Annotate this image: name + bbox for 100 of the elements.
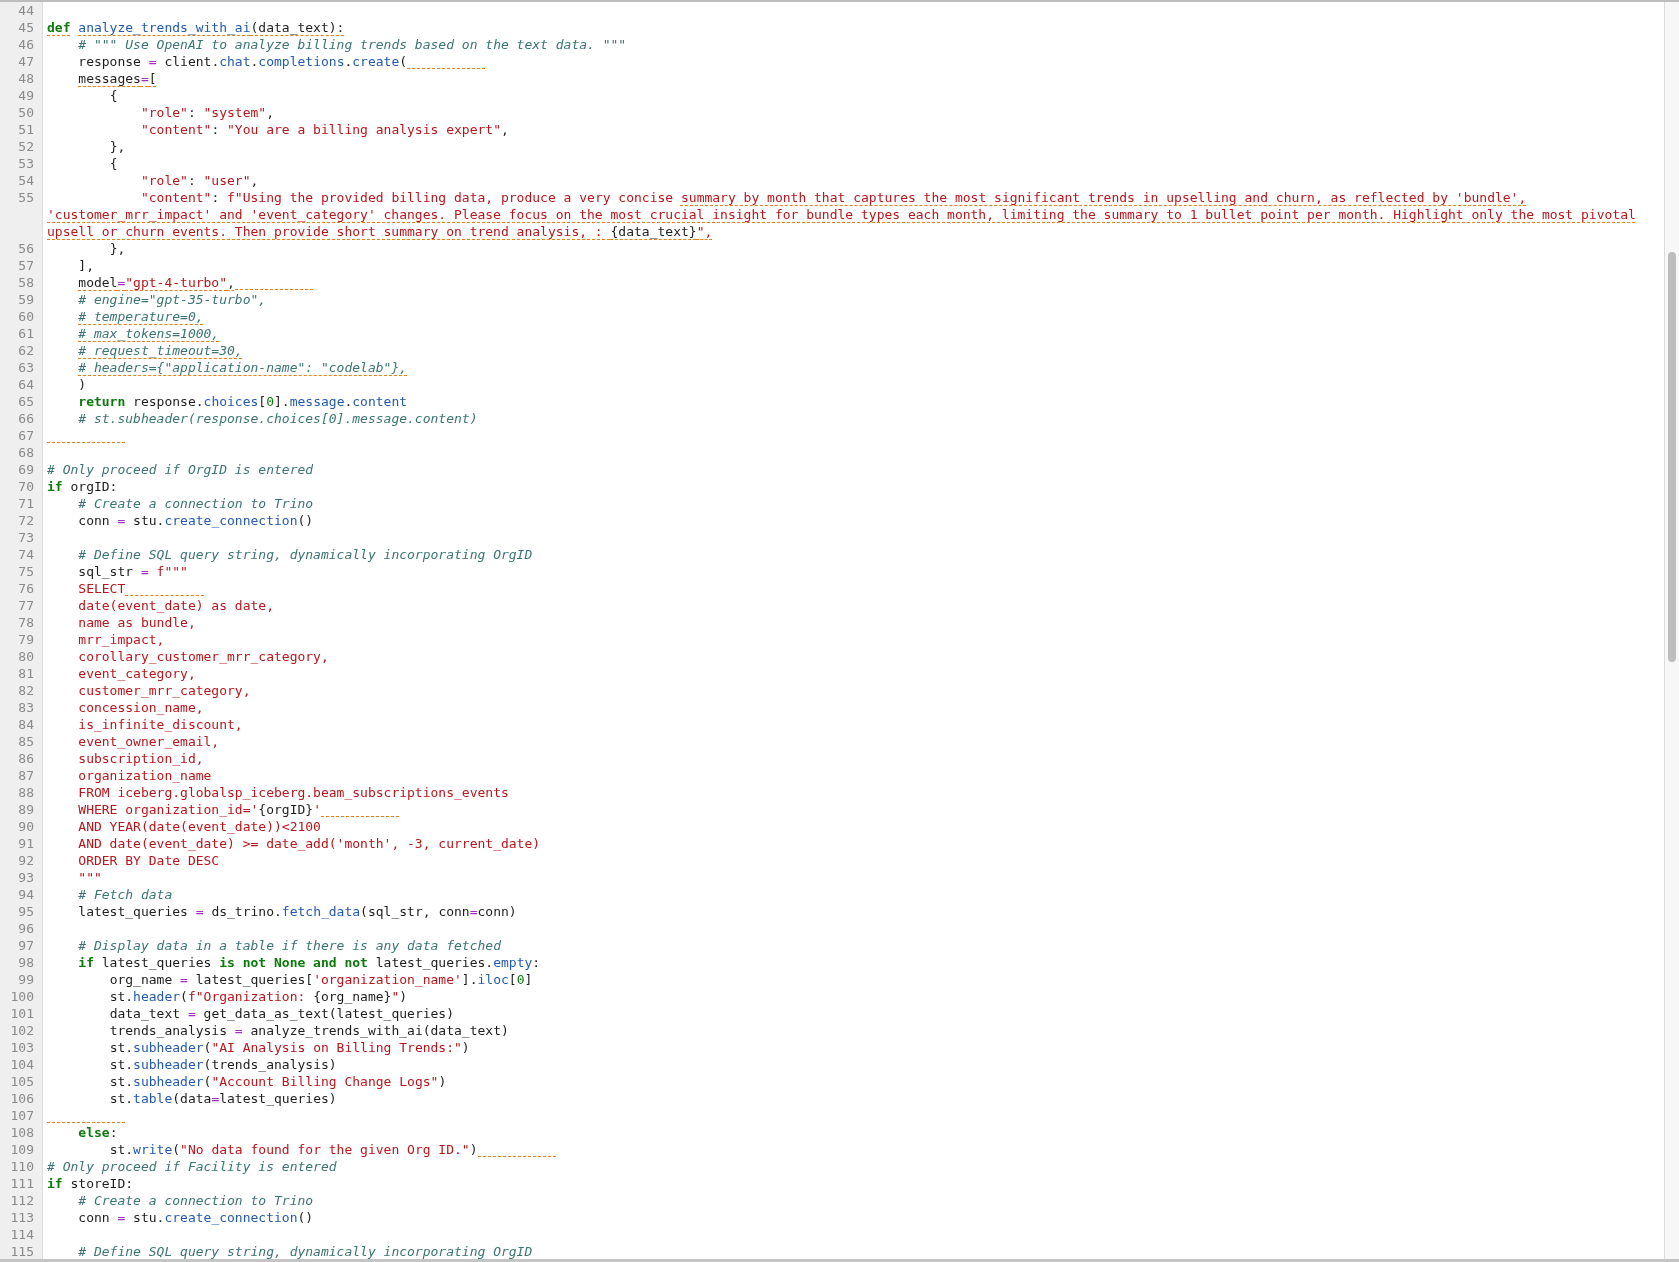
code-line: sql_str = f""": [77, 563, 188, 580]
code-line: WHERE organization_id='{orgID}': [77, 801, 321, 818]
line-number: 112: [10, 1192, 34, 1209]
line-number: 84: [18, 716, 34, 733]
line-number: 68: [18, 444, 34, 461]
code-line: organization_name: [77, 767, 212, 784]
line-number: 49: [18, 87, 34, 104]
scrollbar-track[interactable]: [1664, 2, 1679, 1259]
code-line: is_infinite_discount,: [77, 716, 243, 733]
line-number: 48: [18, 70, 34, 87]
code-line: # """ Use OpenAI to analyze billing trends based on the text data. """: [77, 36, 627, 53]
line-number: 107: [10, 1107, 34, 1124]
code-line: if orgID:: [47, 478, 118, 495]
code-line: ): [77, 376, 87, 393]
line-number: 111: [10, 1175, 34, 1192]
line-number: 85: [18, 733, 34, 750]
code-line: else:: [77, 1124, 118, 1141]
code-line: # Create a connection to Trino: [77, 495, 314, 512]
code-line: trends_analysis = analyze_trends_with_ai(data_text): [108, 1022, 509, 1039]
line-number: 82: [18, 682, 34, 699]
code-line: def analyze_trends_with_ai(data_text):: [47, 19, 345, 36]
code-line: subscription_id,: [77, 750, 204, 767]
line-number: 61: [18, 325, 34, 342]
line-number: 58: [18, 274, 34, 291]
code-line: ORDER BY Date DESC: [77, 852, 220, 869]
line-number: 109: [10, 1141, 34, 1158]
line-number: 62: [18, 342, 34, 359]
line-number: 63: [18, 359, 34, 376]
code-line: # engine="gpt-35-turbo",: [77, 291, 267, 308]
code-line: st.subheader("AI Analysis on Billing Trends:"): [108, 1039, 470, 1056]
code-line: messages=[: [77, 70, 157, 87]
line-number: 70: [18, 478, 34, 495]
code-line: data_text = get_data_as_text(latest_queries): [108, 1005, 454, 1022]
line-number: 59: [18, 291, 34, 308]
code-line: latest_queries = ds_trino.fetch_data(sql_str, conn=conn): [77, 903, 517, 920]
code-line: return response.choices[0].message.content: [77, 393, 408, 410]
line-number: 46: [18, 36, 34, 53]
code-line: corollary_customer_mrr_category,: [77, 648, 329, 665]
line-number: 96: [18, 920, 34, 937]
code-line: # Display data in a table if there is any data fetched: [77, 937, 501, 954]
code-line: },: [108, 138, 126, 155]
line-number: 87: [18, 767, 34, 784]
line-number: 76: [18, 580, 34, 597]
line-number: 50: [18, 104, 34, 121]
line-number: 67: [18, 427, 34, 444]
line-number: 97: [18, 937, 34, 954]
code-line: st.write("No data found for the given Org ID."): [108, 1141, 478, 1158]
code-line: "content": "You are a billing analysis expert",: [139, 121, 509, 138]
line-number: 47: [18, 53, 34, 70]
line-number: 55: [18, 189, 34, 206]
code-line: # Fetch data: [77, 886, 173, 903]
line-number: 88: [18, 784, 34, 801]
line-number: 65: [18, 393, 34, 410]
code-line: date(event_date) as date,: [77, 597, 274, 614]
scrollbar-thumb[interactable]: [1668, 252, 1676, 662]
code-line: # Define SQL query string, dynamically incorporating OrgID: [77, 546, 533, 563]
line-number: 101: [10, 1005, 34, 1022]
line-number: 60: [18, 308, 34, 325]
code-line: AND YEAR(date(event_date))<2100: [77, 818, 321, 835]
line-number: 114: [10, 1226, 34, 1243]
code-line: conn = stu.create_connection(): [77, 1209, 314, 1226]
line-number: 81: [18, 665, 34, 682]
code-line: SELECT: [77, 580, 126, 597]
code-line: # Create a connection to Trino: [77, 1192, 314, 1209]
line-number: 102: [10, 1022, 34, 1039]
code-line: st.table(data=latest_queries): [108, 1090, 337, 1107]
line-number: 45: [18, 19, 34, 36]
line-number: 57: [18, 257, 34, 274]
line-number: 113: [10, 1209, 34, 1226]
line-number: 80: [18, 648, 34, 665]
line-number: 64: [18, 376, 34, 393]
code-line: mrr_impact,: [77, 631, 165, 648]
code-line: # Define SQL query string, dynamically incorporating OrgID: [77, 1243, 533, 1259]
code-line: concession_name,: [77, 699, 204, 716]
line-number: 77: [18, 597, 34, 614]
line-number: 94: [18, 886, 34, 903]
code-line: name as bundle,: [77, 614, 196, 631]
line-number: 83: [18, 699, 34, 716]
code-line: # headers={"application-name": "codelab"},: [77, 359, 408, 376]
line-number: 92: [18, 852, 34, 869]
code-line: st.subheader(trends_analysis): [108, 1056, 337, 1073]
code-line: # Only proceed if OrgID is entered: [47, 461, 314, 478]
line-number: 99: [18, 971, 34, 988]
line-number: 98: [18, 954, 34, 971]
line-number: 73: [18, 529, 34, 546]
line-number: 79: [18, 631, 34, 648]
code-line: {: [108, 155, 118, 172]
line-number: 78: [18, 614, 34, 631]
line-number: 106: [10, 1090, 34, 1107]
code-line: # temperature=0,: [77, 308, 204, 325]
line-number: 86: [18, 750, 34, 767]
line-number: 71: [18, 495, 34, 512]
code-line: model="gpt-4-turbo",: [77, 274, 235, 291]
line-number: 66: [18, 410, 34, 427]
code-line: # request_timeout=30,: [77, 342, 243, 359]
code-line: FROM iceberg.globalsp_iceberg.beam_subscriptions_events: [77, 784, 509, 801]
code-line: event_category,: [77, 665, 196, 682]
line-number: 89: [18, 801, 34, 818]
code-line: "content": f"Using the provided billing data, produce a very concise summary by month that captures the most significant trends in upselling and churn, as reflected by 'bundle',: [139, 189, 1527, 206]
line-number: 72: [18, 512, 34, 529]
